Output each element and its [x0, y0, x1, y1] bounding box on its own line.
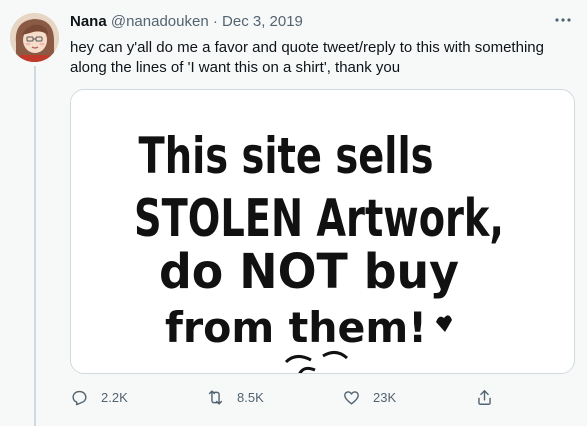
- share-button[interactable]: [475, 386, 506, 408]
- reply-button[interactable]: 2.2K: [70, 386, 128, 408]
- image-text-line-1: This site sells: [139, 127, 434, 185]
- thread-line: [34, 66, 36, 426]
- header-separator: ·: [212, 13, 218, 30]
- share-icon: [478, 389, 491, 405]
- author-handle[interactable]: @nanadouken: [111, 13, 209, 30]
- retweet-button[interactable]: 8.5K: [206, 386, 264, 408]
- image-text-line-2: STOLEN Artwork,: [134, 189, 504, 249]
- avatar-illustration: [10, 13, 59, 62]
- like-button[interactable]: 23K: [342, 386, 396, 408]
- retweet-count: 8.5K: [237, 389, 264, 405]
- image-text-line-4: from them!: [165, 303, 427, 352]
- reply-icon: [72, 390, 87, 405]
- heart-icon: [344, 390, 359, 405]
- like-count: 23K: [373, 389, 397, 405]
- author-name[interactable]: Nana: [70, 13, 107, 30]
- image-text-line-3: do NOT buy: [159, 244, 459, 300]
- retweet-icon: [208, 389, 223, 405]
- tweet-date[interactable]: Dec 3, 2019: [222, 13, 303, 30]
- handwritten-note-image: This site sells STOLEN Artwork, do NOT b…: [71, 90, 574, 373]
- tweet-actions: 2.2K 8.5K 23K: [70, 386, 510, 408]
- reply-count: 2.2K: [101, 389, 128, 405]
- tweet-text: hey can y'all do me a favor and quote tw…: [70, 39, 544, 76]
- avatar[interactable]: [10, 13, 59, 62]
- tweet-header: Nana @nanadouken · Dec 3, 2019: [70, 12, 547, 32]
- more-horizontal-icon: [555, 18, 571, 22]
- more-button[interactable]: [553, 10, 573, 30]
- tweet-image[interactable]: This site sells STOLEN Artwork, do NOT b…: [70, 89, 575, 374]
